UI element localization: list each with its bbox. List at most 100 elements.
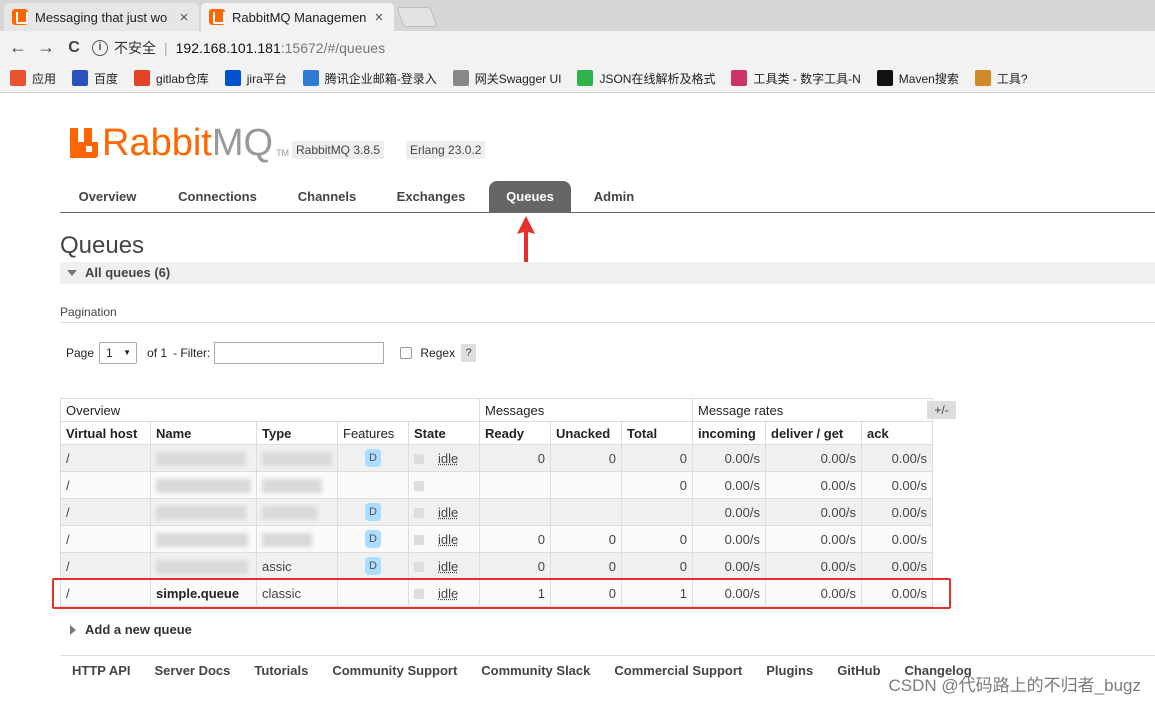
col-ack[interactable]: ack bbox=[861, 421, 933, 445]
close-tab-icon[interactable]: × bbox=[372, 9, 386, 26]
bookmark-label: gitlab仓库 bbox=[156, 71, 209, 86]
cell-type bbox=[256, 525, 338, 553]
column-toggle-button[interactable]: +/- bbox=[927, 401, 956, 419]
tab-overview[interactable]: Overview bbox=[60, 181, 155, 213]
bookmark-item[interactable]: jira平台 bbox=[224, 70, 287, 87]
queue-row[interactable]: / Didle 0 0 0 0.00/s 0.00/s 0.00/s bbox=[60, 444, 933, 472]
cell-ready: 1 bbox=[479, 579, 551, 607]
cell-unacked: 0 bbox=[550, 579, 622, 607]
queue-row[interactable]: / assic Didle 0 0 0 0.00/s 0.00/s 0.00/s bbox=[60, 552, 933, 580]
state-label: idle bbox=[438, 504, 459, 520]
bookmark-item[interactable]: Maven搜索 bbox=[876, 70, 959, 87]
tab-exchanges[interactable]: Exchanges bbox=[381, 181, 481, 213]
url-path: :15672/#/queues bbox=[280, 39, 386, 56]
forward-button[interactable]: → bbox=[32, 37, 60, 58]
cell-ready: 0 bbox=[479, 552, 551, 580]
bookmark-label: 工具? bbox=[996, 71, 1028, 86]
queue-row[interactable]: / simple.queue classic idle 1 0 1 0.00/s 0.00/s 0… bbox=[60, 579, 933, 607]
regex-help-button[interactable]: ? bbox=[461, 344, 477, 362]
cell-vhost: / bbox=[60, 471, 151, 499]
browser-toolbar: ← → C i 不安全 | 192.168.101.181 :15672/#/q… bbox=[0, 31, 1155, 64]
cell-queue-name[interactable] bbox=[150, 444, 257, 472]
col-state[interactable]: State bbox=[408, 421, 480, 445]
new-tab-button[interactable] bbox=[396, 7, 438, 27]
tab-connections[interactable]: Connections bbox=[163, 181, 272, 213]
cell-incoming-rate: 0.00/s bbox=[692, 444, 766, 472]
cell-type bbox=[256, 498, 338, 526]
json-icon bbox=[577, 70, 594, 86]
rabbitmq-favicon-icon bbox=[209, 9, 225, 25]
col-virtual-host[interactable]: Virtual host bbox=[60, 421, 151, 445]
cell-type: classic bbox=[256, 579, 338, 607]
cell-deliver-get-rate: 0.00/s bbox=[765, 525, 862, 553]
state-label: idle bbox=[438, 585, 459, 601]
col-total[interactable]: Total bbox=[621, 421, 693, 445]
footer-link-community-support[interactable]: Community Support bbox=[332, 663, 457, 678]
cell-deliver-get-rate: 0.00/s bbox=[765, 471, 862, 499]
bookmark-item[interactable]: JSON在线解析及格式 bbox=[577, 70, 715, 87]
footer-link-community-slack[interactable]: Community Slack bbox=[481, 663, 590, 678]
footer-link-github[interactable]: GitHub bbox=[837, 663, 880, 678]
reload-button[interactable]: C bbox=[60, 39, 88, 57]
queue-row[interactable]: /0 0.00/s 0.00/s 0.00/s bbox=[60, 471, 933, 499]
close-tab-icon[interactable]: × bbox=[177, 9, 191, 26]
bookmark-item[interactable]: 应用 bbox=[10, 70, 56, 87]
col-incoming[interactable]: incoming bbox=[692, 421, 766, 445]
bookmark-item[interactable]: 腾讯企业邮箱-登录入 bbox=[302, 70, 437, 87]
fox-icon bbox=[134, 70, 151, 86]
queue-row[interactable]: / Didle 0 0 0 0.00/s 0.00/s 0.00/s bbox=[60, 525, 933, 553]
footer-link-commercial-support[interactable]: Commercial Support bbox=[614, 663, 742, 678]
cell-ack-rate: 0.00/s bbox=[861, 444, 933, 472]
apps-grid-icon bbox=[10, 70, 26, 86]
browser-tab-messaging[interactable]: Messaging that just wo × bbox=[4, 3, 199, 31]
bookmark-label: 工具类 - 数字工具-N bbox=[753, 71, 861, 86]
bookmark-item[interactable]: 工具? bbox=[974, 70, 1028, 87]
durable-feature-badge: D bbox=[365, 557, 381, 575]
address-bar[interactable]: i 不安全 | 192.168.101.181 :15672/#/queues bbox=[92, 35, 1152, 60]
footer-link-server-docs[interactable]: Server Docs bbox=[155, 663, 231, 678]
col-ready[interactable]: Ready bbox=[479, 421, 551, 445]
browser-tab-rabbitmq-management[interactable]: RabbitMQ Managemen × bbox=[201, 3, 394, 31]
col-unacked[interactable]: Unacked bbox=[550, 421, 622, 445]
cell-queue-name[interactable] bbox=[150, 552, 257, 580]
tab-queues[interactable]: Queues bbox=[489, 181, 571, 213]
bookmark-label: JSON在线解析及格式 bbox=[599, 71, 716, 86]
add-new-queue-toggle[interactable]: Add a new queue bbox=[70, 622, 192, 637]
bookmark-item[interactable]: 网关Swagger UI bbox=[452, 70, 561, 87]
tab-channels[interactable]: Channels bbox=[282, 181, 372, 213]
source-icon bbox=[876, 70, 893, 86]
footer-link-http-api[interactable]: HTTP API bbox=[72, 663, 131, 678]
col-type[interactable]: Type bbox=[256, 421, 338, 445]
cell-vhost: / bbox=[60, 498, 151, 526]
tab-admin[interactable]: Admin bbox=[582, 181, 646, 213]
cell-type bbox=[256, 471, 338, 499]
bookmark-item[interactable]: 百度 bbox=[72, 70, 118, 87]
cell-unacked: 0 bbox=[550, 552, 622, 580]
cell-queue-name[interactable] bbox=[150, 525, 257, 553]
all-queues-section-toggle[interactable]: All queues (6) bbox=[60, 262, 1155, 284]
queue-row[interactable]: / Didle 0.00/s 0.00/s 0.00/s bbox=[60, 498, 933, 526]
back-button[interactable]: ← bbox=[4, 37, 32, 58]
page-select[interactable]: 1 bbox=[99, 342, 138, 364]
footer-link-tutorials[interactable]: Tutorials bbox=[254, 663, 308, 678]
bookmark-item[interactable]: 工具类 - 数字工具-N bbox=[731, 70, 861, 87]
regex-checkbox[interactable] bbox=[400, 347, 413, 359]
queues-table: Overview Messages Message rates Virtual … bbox=[60, 398, 933, 607]
col-deliver-get[interactable]: deliver / get bbox=[765, 421, 862, 445]
bookmark-item[interactable]: gitlab仓库 bbox=[134, 70, 209, 87]
cell-queue-name[interactable] bbox=[150, 498, 257, 526]
cell-incoming-rate: 0.00/s bbox=[692, 525, 766, 553]
state-indicator-icon bbox=[414, 481, 424, 492]
cell-queue-name[interactable]: simple.queue bbox=[150, 579, 257, 607]
cell-queue-name[interactable] bbox=[150, 471, 257, 499]
rabbitmq-management-page: Rabbit MQ TM RabbitMQ 3.8.5 Erlang 23.0.… bbox=[0, 94, 1155, 703]
col-name[interactable]: Name bbox=[150, 421, 257, 445]
footer-link-plugins[interactable]: Plugins bbox=[766, 663, 813, 678]
filter-input[interactable] bbox=[214, 342, 385, 364]
site-info-icon[interactable]: i bbox=[92, 39, 108, 56]
redacted-queue-name bbox=[156, 478, 251, 493]
cell-unacked bbox=[550, 471, 622, 499]
cell-features: D bbox=[337, 498, 409, 526]
queue-name-link[interactable]: simple.queue bbox=[156, 586, 239, 601]
rabbitmq-logo[interactable]: Rabbit MQ TM bbox=[70, 124, 289, 162]
